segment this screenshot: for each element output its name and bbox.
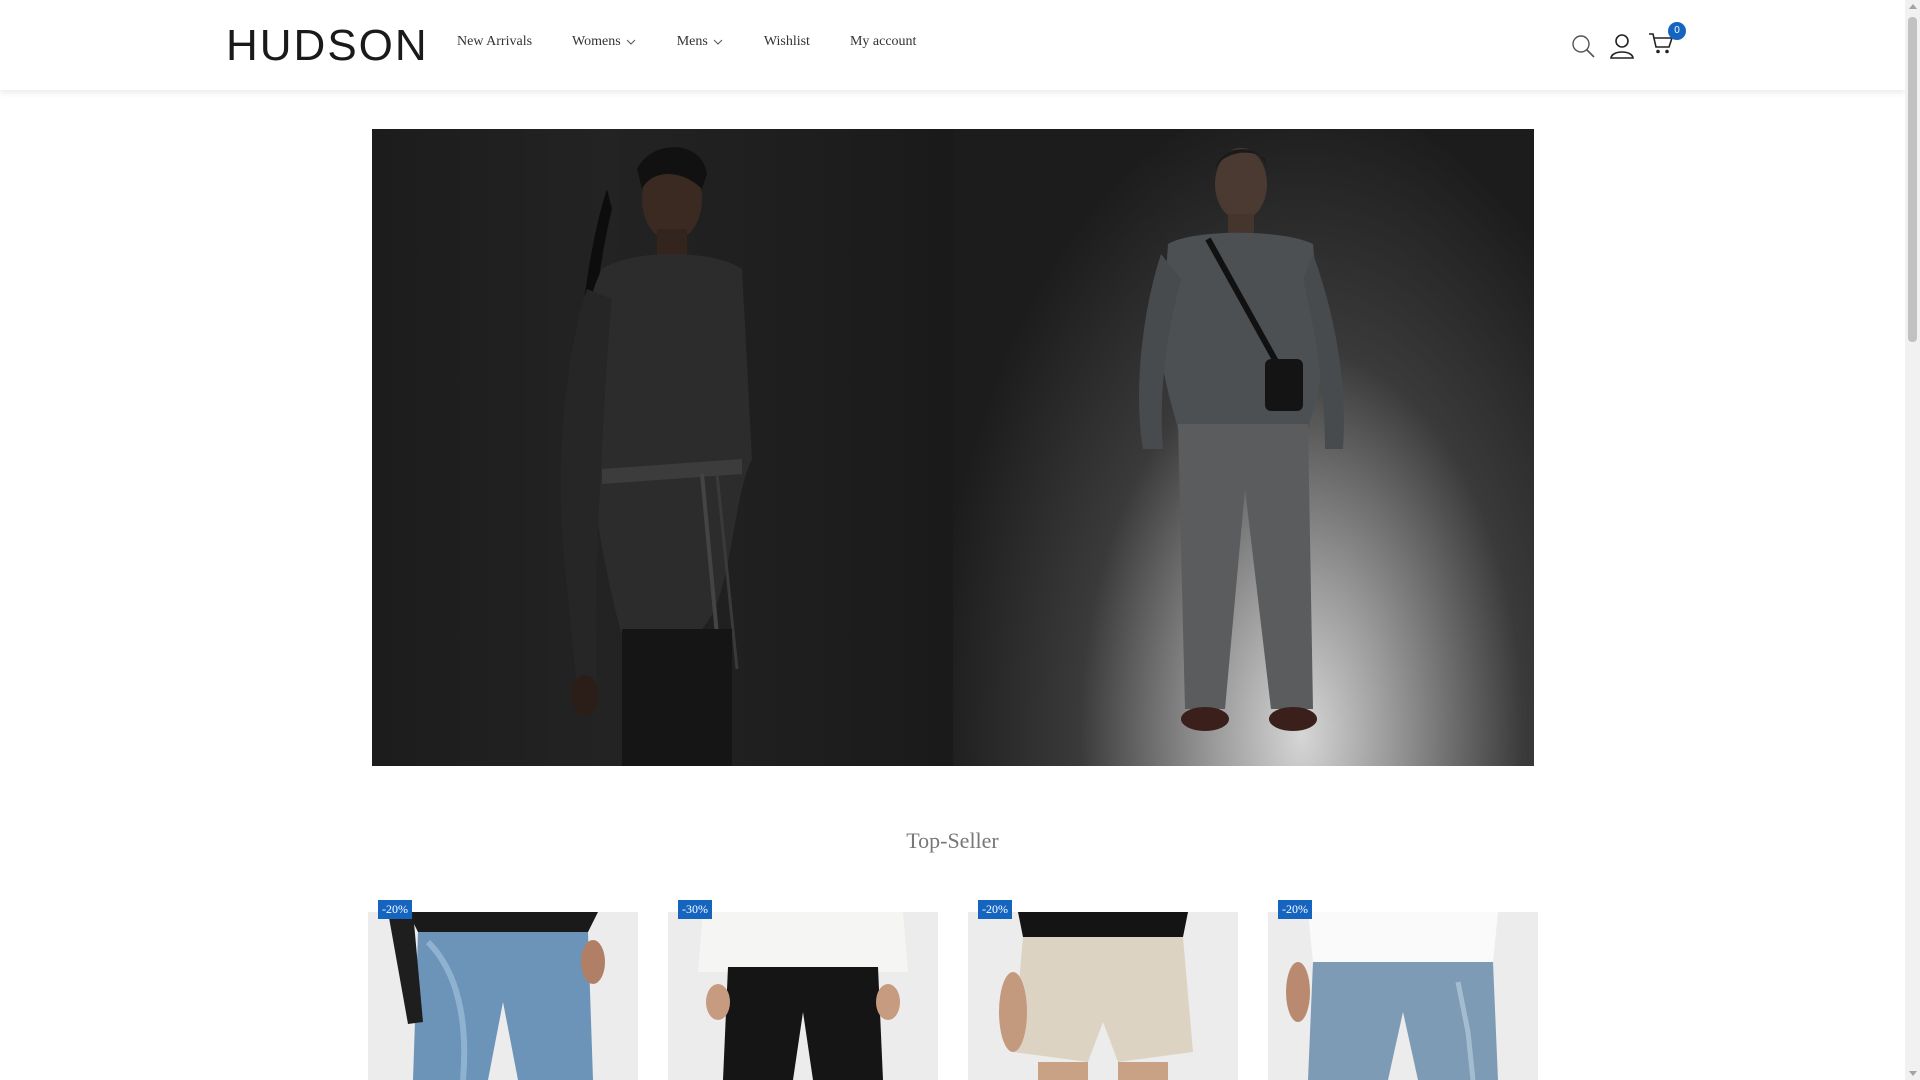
page-scrollbar[interactable] — [1905, 0, 1920, 1080]
logo[interactable]: HUDSON — [226, 24, 429, 68]
women-jeans-image — [368, 912, 638, 1080]
product-card[interactable]: -30% — [668, 900, 938, 1080]
nav-label: Mens — [676, 34, 708, 49]
discount-badge: -30% — [678, 900, 712, 919]
black-jeans-image — [668, 912, 938, 1080]
cart-button[interactable]: 0 — [1648, 22, 1687, 61]
discount-badge: -20% — [378, 900, 412, 919]
nav-label: Womens — [572, 34, 621, 49]
product-card[interactable]: -20% — [968, 900, 1238, 1080]
beige-shorts-image — [968, 912, 1238, 1080]
scroll-down-arrow-icon[interactable] — [1909, 1071, 1917, 1076]
user-icon[interactable] — [1609, 33, 1635, 59]
chevron-down-icon — [626, 39, 636, 45]
search-icon[interactable] — [1570, 33, 1596, 59]
hero-image-women[interactable] — [372, 129, 953, 766]
product-image[interactable] — [668, 912, 938, 1080]
chevron-down-icon — [713, 39, 723, 45]
nav-item-wishlist[interactable]: Wishlist — [764, 34, 810, 50]
scroll-thumb[interactable] — [1908, 17, 1917, 342]
hero-banner[interactable] — [372, 129, 1534, 766]
product-card[interactable]: -20% — [1268, 900, 1538, 1080]
nav-label: Wishlist — [763, 34, 810, 49]
nav-label: My account — [849, 34, 917, 49]
product-image[interactable] — [368, 912, 638, 1080]
discount-badge: -20% — [1278, 900, 1312, 919]
men-jeans-image — [1268, 912, 1538, 1080]
header-actions: 0 — [1570, 22, 1687, 61]
nav-item-mens[interactable]: Mens — [677, 34, 724, 50]
main-nav: New Arrivals Womens Mens Wishlist My acc… — [457, 34, 956, 50]
cart-count-badge: 0 — [1668, 22, 1686, 40]
section-title-top-seller: Top-Seller — [906, 828, 999, 853]
product-card[interactable]: -20% — [368, 900, 638, 1080]
women-figure-image — [560, 147, 752, 766]
nav-item-womens[interactable]: Womens — [572, 34, 637, 50]
product-image[interactable] — [1268, 912, 1538, 1080]
nav-item-my-account[interactable]: My account — [850, 34, 916, 50]
product-grid: -20% -30% -20% -20% — [368, 900, 1568, 1080]
product-image[interactable] — [968, 912, 1238, 1080]
nav-item-new-arrivals[interactable]: New Arrivals — [457, 34, 532, 50]
site-header: HUDSON New Arrivals Womens Mens Wishlist… — [0, 0, 1905, 90]
men-figure-image — [1139, 148, 1344, 731]
discount-badge: -20% — [978, 900, 1012, 919]
hero-image-men[interactable] — [953, 129, 1534, 766]
scroll-up-arrow-icon[interactable] — [1909, 4, 1917, 9]
nav-label: New Arrivals — [457, 34, 533, 49]
